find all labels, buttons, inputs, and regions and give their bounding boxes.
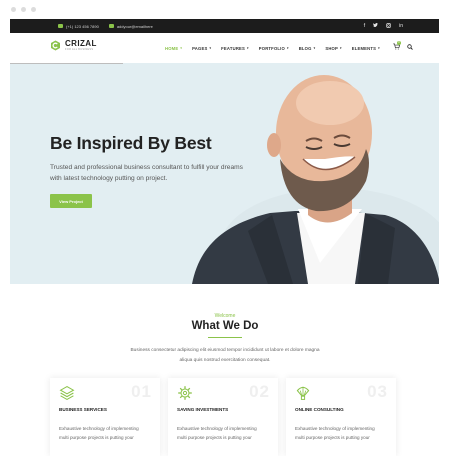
- service-card-investments[interactable]: 02 SAVING INVESTMENTS Exhaustive technol…: [168, 378, 278, 456]
- card-title: SAVING INVESTMENTS: [177, 407, 229, 412]
- nav-item-blog[interactable]: BLOG ▾: [299, 46, 316, 51]
- hero-divider: [10, 63, 123, 64]
- nav-item-home[interactable]: HOME ▾: [165, 46, 182, 51]
- view-project-button[interactable]: View Project: [50, 194, 92, 208]
- service-card-business[interactable]: 01 BUSINESS SERVICES Exhaustive technolo…: [50, 378, 160, 456]
- card-text: Exhaustive technology of implementing mu…: [177, 426, 257, 440]
- nav-label: FEATURES: [221, 45, 246, 51]
- layers-icon: [59, 386, 75, 400]
- chevron-down-icon: ▾: [313, 46, 316, 50]
- card-number: 01: [131, 382, 152, 401]
- instagram-icon[interactable]: [386, 22, 391, 30]
- nav-item-shop[interactable]: SHOP ▾: [325, 46, 341, 51]
- nav-label: HOME: [165, 45, 179, 51]
- card-text: Exhaustive technology of implementing mu…: [59, 426, 139, 440]
- logo-name: CRIZAL: [65, 39, 97, 48]
- nav-item-pages[interactable]: PAGES ▾: [192, 46, 211, 51]
- twitter-icon[interactable]: [373, 23, 379, 29]
- linkedin-icon[interactable]: in: [399, 23, 403, 29]
- cart-count-badge: 0: [397, 41, 401, 45]
- section-description: Business consectetur adipiscing elit eiu…: [130, 348, 320, 363]
- site-logo[interactable]: CRIZAL FOR ALL BUSINESS: [50, 40, 97, 52]
- section-eyebrow: Welcome: [214, 313, 236, 319]
- search-icon[interactable]: [407, 44, 413, 50]
- phone-icon: [58, 24, 63, 28]
- window-dot: [11, 7, 16, 12]
- logo-tagline: FOR ALL BUSINESS: [65, 48, 94, 51]
- balloon-icon: [296, 386, 310, 400]
- service-card-consulting[interactable]: 03 ONLINE CONSULTING Exhaustive technolo…: [286, 378, 396, 456]
- logo-mark-icon: [51, 40, 60, 51]
- chevron-down-icon: ▾: [286, 46, 289, 50]
- chevron-down-icon: ▾: [247, 46, 249, 50]
- window-dot: [31, 7, 36, 12]
- services-cards: 01 BUSINESS SERVICES Exhaustive technolo…: [50, 378, 396, 456]
- window-dot: [21, 7, 26, 12]
- nav-item-features[interactable]: FEATURES ▾: [221, 46, 249, 51]
- hero-title: Be Inspired By Best: [50, 133, 212, 153]
- card-number: 03: [367, 382, 388, 401]
- gear-icon: [178, 386, 192, 400]
- chevron-down-icon: ▾: [378, 46, 380, 50]
- card-number: 02: [249, 382, 270, 401]
- title-divider: [208, 337, 242, 338]
- nav-label: PORTFOLIO: [258, 45, 285, 51]
- facebook-icon[interactable]: f: [364, 23, 365, 29]
- hero-section: Be Inspired By Best Trusted and professi…: [10, 63, 439, 284]
- chevron-down-icon: ▾: [340, 46, 342, 50]
- card-title: BUSINESS SERVICES: [59, 407, 107, 412]
- nav-label: BLOG: [298, 45, 312, 51]
- site-header: CRIZAL FOR ALL BUSINESS HOME ▾ PAGES ▾ FEA…: [10, 33, 439, 63]
- phone-text: (+1) 123 456 7890: [66, 23, 99, 29]
- email-icon: [108, 24, 114, 28]
- nav-item-elements[interactable]: ELEMENTS ▾: [352, 46, 380, 51]
- nav-label: ELEMENTS: [351, 45, 377, 51]
- section-title: What We Do: [191, 320, 259, 332]
- cart-button[interactable]: 0: [393, 41, 401, 52]
- main-nav: HOME ▾ PAGES ▾ FEATURES ▾ PORTFOLIO ▾ BLOG ▾ …: [165, 33, 380, 63]
- email-contact[interactable]: addyour@emailhere: [108, 23, 153, 29]
- top-bar: (+1) 123 456 7890 addyour@emailhere f in: [10, 19, 439, 33]
- card-title: ONLINE CONSULTING: [295, 407, 344, 412]
- window-controls: [11, 7, 36, 12]
- hero-portrait-image: [192, 75, 439, 284]
- nav-label: PAGES: [192, 45, 208, 51]
- chevron-down-icon: ▾: [209, 46, 212, 50]
- card-text: Exhaustive technology of implementing mu…: [295, 426, 375, 440]
- chevron-down-icon: ▾: [180, 46, 183, 50]
- nav-label: SHOP: [325, 45, 338, 51]
- phone-contact[interactable]: (+1) 123 456 7890: [58, 24, 99, 29]
- nav-item-portfolio[interactable]: PORTFOLIO ▾: [259, 46, 289, 51]
- email-text: addyour@emailhere: [116, 23, 153, 29]
